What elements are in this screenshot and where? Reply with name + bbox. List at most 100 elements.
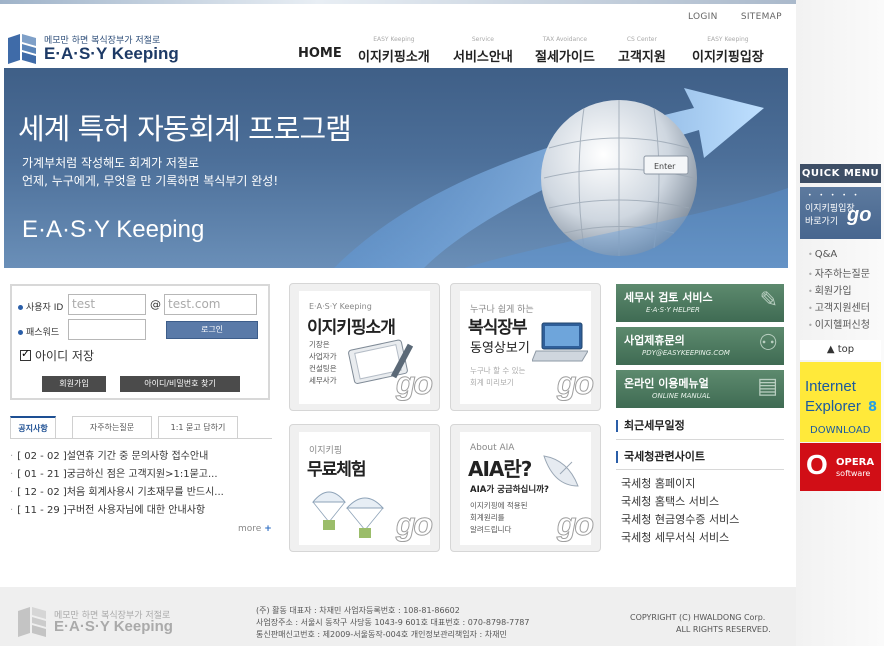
opera-logo-icon: O: [806, 449, 828, 480]
nav-label: 절세가이드: [535, 50, 595, 65]
password-label-text: 패스워드: [26, 328, 60, 338]
go-label: go: [847, 204, 872, 226]
quick-link-helper-apply[interactable]: • 이지헬퍼신청: [808, 316, 870, 331]
nts-hometax-link[interactable]: 국세청 홈택스 서비스: [621, 493, 719, 509]
opera-banner[interactable]: O OPERA software: [800, 443, 881, 491]
save-id-checkbox[interactable]: 아이디 저장: [20, 347, 94, 364]
section-divider: [616, 469, 784, 470]
card-description: 누구나 할 수 있는 회계 미리보기: [470, 366, 526, 387]
tab-faq[interactable]: 자주하는질문: [72, 416, 152, 438]
quick-link-qna[interactable]: • Q&A: [808, 249, 837, 260]
notice-panel: 공지사항 자주하는질문 1:1 묻고 답하기 ·[ 02 - 02 ]설연휴 기…: [10, 416, 272, 540]
video-card[interactable]: 누구나 쉽게 하는 복식장부 동영상보기 누구나 할 수 있는 회계 미리보기 …: [450, 283, 601, 411]
notice-item-text: [ 12 - 02 ]처음 회계사용시 기초재무를 반드시...: [17, 487, 224, 498]
login-button[interactable]: 로그인: [166, 321, 258, 339]
pen-icon: ✎: [759, 288, 778, 313]
bullet-icon: •: [808, 304, 813, 313]
nav-tax-guide[interactable]: TAX Avoidance 절세가이드: [535, 36, 595, 65]
card-heading: 복식장부: [468, 318, 528, 338]
hero-subtitle-line-1: 가계부처럼 작성해도 회계가 저절로: [22, 156, 200, 170]
parachute-icon: [311, 491, 385, 538]
ie-line-2: Explorer: [805, 398, 861, 415]
notice-item[interactable]: ·[ 12 - 02 ]처음 회계사용시 기초재무를 반드시...: [10, 483, 224, 498]
nts-cash-receipt-link[interactable]: 국세청 현금영수증 서비스: [621, 511, 739, 527]
more-link-text: more: [238, 524, 262, 534]
notice-item-text: [ 02 - 02 ]설연휴 기간 중 문의사항 접수안내: [17, 451, 209, 462]
hero-subtitle-line-2: 언제, 누구에게, 무엇을 만 기록하면 복식부기 완성!: [22, 174, 279, 188]
tab-notice[interactable]: 공지사항: [10, 416, 56, 438]
bullet-icon: ·: [10, 469, 14, 480]
card-caption: About AIA: [470, 443, 515, 453]
quick-link-faq[interactable]: • 자주하는질문: [808, 265, 870, 280]
bullet-icon: •: [808, 250, 813, 259]
tax-sites-title: 국세청관련사이트: [616, 451, 705, 463]
nav-label: HOME: [298, 46, 342, 61]
quick-link-support-center[interactable]: • 고객지원센터: [808, 299, 870, 314]
quick-link-text: 회원가입: [814, 286, 852, 297]
promo-subtitle: ONLINE MANUAL: [652, 392, 711, 400]
enter-key-label: Enter: [654, 162, 676, 171]
nav-sub-label: TAX Avoidance: [542, 36, 588, 43]
at-sign: @: [150, 298, 161, 311]
domain-input[interactable]: test.com: [164, 294, 257, 315]
notice-item[interactable]: ·[ 01 - 21 ]궁금하신 점은 고객지원>1:1묻고...: [10, 465, 218, 480]
site-logo[interactable]: 메모만 하면 복식장부가 저절로 E·A·S·Y Keeping: [6, 32, 186, 66]
back-to-top-button[interactable]: ▲ top: [800, 340, 881, 360]
bullet-dot-icon: [18, 305, 23, 310]
nav-enter[interactable]: EASY Keeping 이지키핑입장: [692, 36, 764, 65]
more-link[interactable]: more +: [238, 524, 272, 534]
promo-title: 사업제휴문의: [624, 334, 685, 347]
notice-item-text: [ 01 - 21 ]궁금하신 점은 고객지원>1:1묻고...: [17, 469, 218, 480]
nav-label: 고객지원: [618, 50, 666, 65]
card-heading: 이지키핑소개: [307, 318, 396, 338]
nts-homepage-link[interactable]: 국세청 홈페이지: [621, 475, 695, 491]
find-account-button[interactable]: 아이디/비밀번호 찾기: [120, 376, 240, 392]
bullet-icon: ·: [10, 487, 14, 498]
notice-item[interactable]: ·[ 11 - 29 ]구버전 사용자님에 대한 안내사항: [10, 501, 205, 516]
nav-sub-label: CS Center: [626, 36, 657, 43]
hero-brand: E·A·S·Y Keeping: [22, 216, 205, 243]
aia-card[interactable]: About AIA AIA란? AIA가 궁금하십니까? 이지키핑에 적용된 회…: [450, 424, 601, 552]
nav-sub-label: EASY Keeping: [707, 36, 749, 43]
nts-tax-forms-link[interactable]: 국세청 세무서식 서비스: [621, 529, 729, 545]
nav-home[interactable]: HOME: [298, 36, 342, 61]
quick-link-text: Q&A: [814, 249, 838, 260]
password-input[interactable]: [68, 319, 146, 340]
quick-enter-line-2: 바로가기: [805, 217, 839, 227]
login-box: 사용자 ID test @ test.com 패스워드 로그인 아이디 저장 회…: [10, 284, 270, 400]
nav-service[interactable]: Service 서비스안내: [453, 36, 513, 65]
dots-decoration: • • • • •: [808, 192, 861, 199]
footer-registration-line: 통신판매신고번호 : 제2009-서울동작-004호 개인정보관리책임자 : 차…: [256, 630, 507, 639]
user-id-label-text: 사용자 ID: [26, 303, 64, 313]
ie-line-1: Internet: [805, 378, 856, 395]
footer-brand: E·A·S·Y Keeping: [54, 618, 173, 635]
footer-logo-mark-icon: [18, 607, 46, 637]
footer-company-line: (주) 활동 대표자 : 차재민 사업자등록번호 : 108-81-86602: [256, 606, 460, 615]
nav-label: 이지키핑입장: [692, 50, 764, 65]
intro-card[interactable]: E·A·S·Y Keeping 이지키핑소개 기장은 사업자가 컨설팅은 세무사…: [289, 283, 440, 411]
partnership-inquiry-button[interactable]: 사업제휴문의 PDY@EASYKEEPING.COM ⚇: [616, 327, 784, 365]
free-trial-card[interactable]: 이지키핑 무료체험 go: [289, 424, 440, 552]
nav-sub-label: EASY Keeping: [373, 36, 415, 43]
tab-qna[interactable]: 1:1 묻고 답하기: [158, 416, 238, 438]
quick-enter-button[interactable]: • • • • • 이지키핑입장 바로가기 go: [800, 187, 881, 239]
go-label: go: [556, 506, 594, 543]
user-id-input[interactable]: test: [68, 294, 146, 315]
quick-link-join[interactable]: • 회원가입: [808, 282, 852, 297]
join-button[interactable]: 회원가입: [42, 376, 106, 392]
login-link[interactable]: LOGIN: [688, 12, 718, 22]
tax-schedule-title[interactable]: 최근세무일정: [616, 420, 685, 432]
hero-banner: Enter 세계 특허 자동회계 프로그램 가계부처럼 작성해도 회계가 저절로…: [4, 68, 788, 268]
bullet-icon: •: [808, 270, 813, 279]
tax-review-service-button[interactable]: 세무사 검토 서비스 E·A·S·Y HELPER ✎: [616, 284, 784, 322]
nav-easykeeping-intro[interactable]: EASY Keeping 이지키핑소개: [358, 36, 430, 65]
sitemap-link[interactable]: SITEMAP: [741, 12, 782, 22]
hero-title: 세계 특허 자동회계 프로그램: [18, 112, 352, 146]
online-manual-button[interactable]: 온라인 이용메뉴얼 ONLINE MANUAL ▤: [616, 370, 784, 408]
footer: 메모만 하면 복식장부가 저절로 E·A·S·Y Keeping (주) 활동 …: [0, 587, 796, 646]
ie8-download-banner[interactable]: Internet Explorer 8 DOWNLOAD: [800, 362, 881, 442]
logo-brand: E·A·S·Y Keeping: [44, 44, 179, 63]
nav-sub-label: Service: [471, 36, 494, 43]
notice-item[interactable]: ·[ 02 - 02 ]설연휴 기간 중 문의사항 접수안내: [10, 447, 208, 462]
nav-customer-support[interactable]: CS Center 고객지원: [618, 36, 666, 65]
